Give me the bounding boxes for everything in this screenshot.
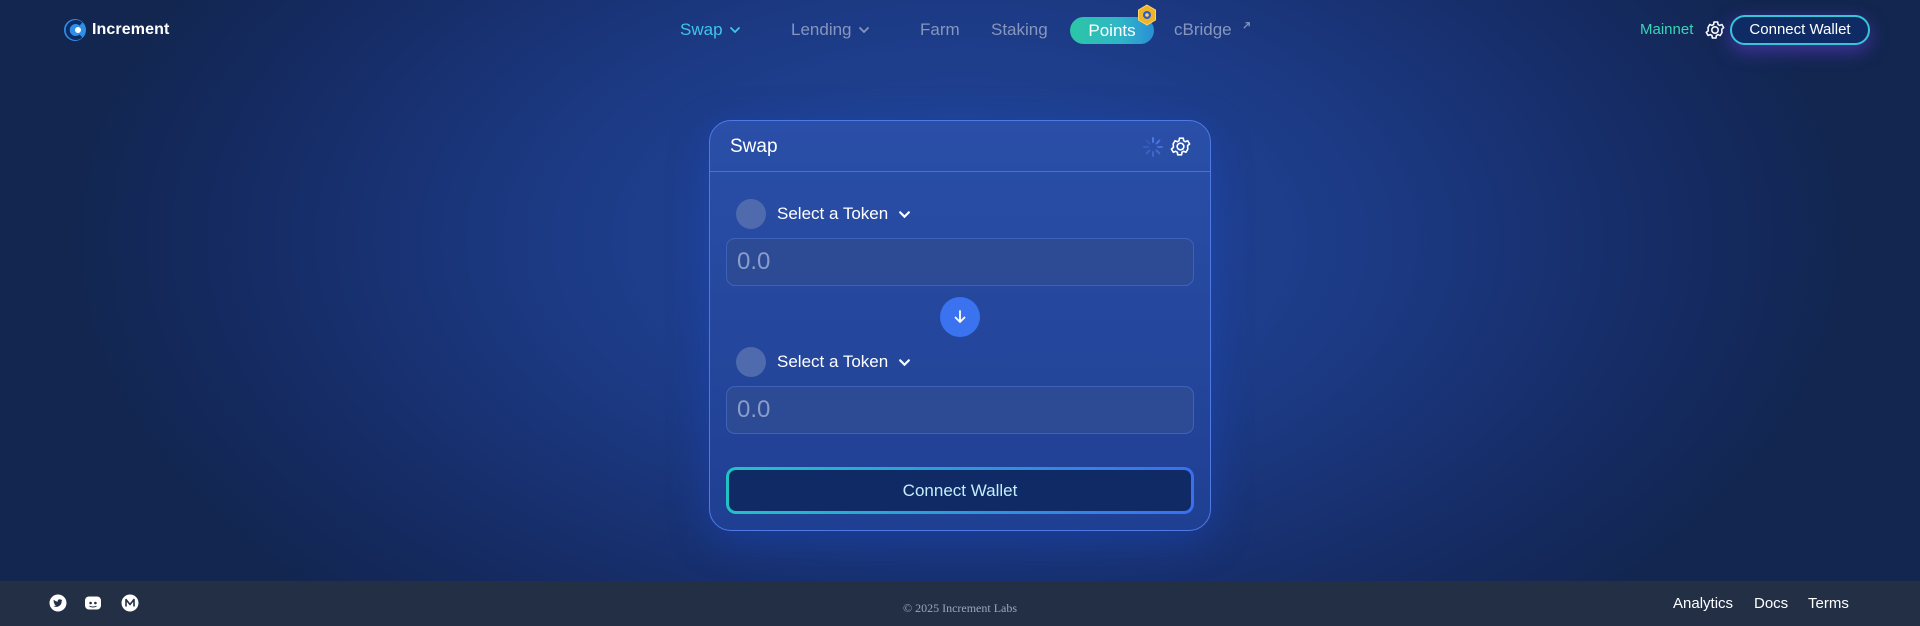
spinner-icon (1143, 137, 1163, 157)
nav-farm-label: Farm (920, 20, 960, 39)
nav-swap[interactable]: Swap (680, 18, 741, 42)
nav-points-label: Points (1088, 21, 1136, 40)
swap-connect-wallet-label: Connect Wallet (729, 470, 1191, 511)
to-token-selector[interactable]: Select a Token (736, 347, 911, 377)
copyright: © 2025 Increment Labs (902, 601, 1018, 615)
connect-wallet-button[interactable]: Connect Wallet (1730, 15, 1870, 45)
nav-lending[interactable]: Lending (791, 18, 870, 42)
nav-staking[interactable]: Staking (991, 18, 1048, 42)
footer: © 2025 Increment Labs Analytics Docs Ter… (0, 581, 1920, 626)
footer-link-docs[interactable]: Docs (1754, 595, 1788, 612)
nav-cbridge[interactable]: cBridge (1174, 18, 1251, 42)
top-navbar: Increment Swap Lending Farm Staking cBri… (0, 0, 1920, 60)
nav-cbridge-label: cBridge (1174, 20, 1232, 39)
nav-staking-label: Staking (991, 20, 1048, 39)
chevron-down-icon (899, 210, 911, 218)
from-token-label: Select a Token (777, 204, 889, 223)
gear-icon[interactable] (1704, 19, 1726, 41)
swap-card: Swap Select a Token 0.0 Select a Token 0… (709, 120, 1211, 531)
token-placeholder-icon (736, 199, 766, 229)
footer-link-terms[interactable]: Terms (1808, 595, 1849, 612)
chevron-down-icon (858, 27, 869, 34)
swap-card-title: Swap (730, 136, 778, 157)
main-nav: Swap Lending Farm Staking cBridge (0, 18, 1920, 42)
swap-card-header: Swap (710, 121, 1210, 172)
chevron-down-icon (899, 358, 911, 366)
token-placeholder-icon (736, 347, 766, 377)
nav-lending-label: Lending (791, 20, 852, 39)
footer-link-analytics[interactable]: Analytics (1673, 595, 1733, 612)
nav-farm[interactable]: Farm (920, 18, 960, 42)
swap-connect-wallet-button[interactable]: Connect Wallet (726, 467, 1194, 514)
chevron-down-icon (729, 27, 740, 34)
points-badge-icon (1138, 4, 1156, 26)
settings-gear-icon[interactable] (1169, 135, 1192, 158)
from-amount-input[interactable] (726, 238, 1194, 286)
to-token-label: Select a Token (777, 352, 889, 371)
to-amount-input[interactable] (726, 386, 1194, 434)
network-selector[interactable]: Mainnet (1640, 21, 1693, 38)
arrow-down-icon (954, 310, 966, 323)
external-link-icon (1242, 21, 1250, 29)
from-token-selector[interactable]: Select a Token (736, 199, 911, 229)
nav-swap-label: Swap (680, 20, 723, 39)
switch-direction-button[interactable] (940, 297, 980, 337)
